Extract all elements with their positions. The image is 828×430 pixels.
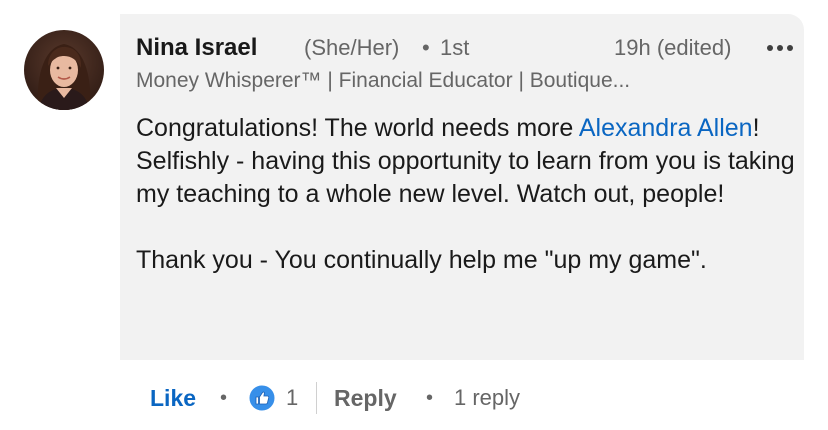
more-horizontal-icon: [767, 45, 793, 51]
like-button[interactable]: Like: [150, 380, 196, 416]
more-options-button[interactable]: [764, 32, 796, 64]
header-separator: •: [422, 35, 430, 60]
comment-timestamp: 19h (edited): [614, 35, 732, 60]
comment-header: Nina Israel (She/Her) • 1st 19h (edited): [136, 32, 804, 68]
action-separator: •: [220, 387, 228, 409]
mention-link[interactable]: Alexandra Allen: [579, 114, 753, 142]
connection-degree: 1st: [440, 35, 470, 60]
author-headline: Money Whisperer™ | Financial Educator | …: [136, 69, 631, 92]
thumbs-up-icon[interactable]: [248, 384, 276, 412]
author-pronouns: (She/Her): [304, 35, 400, 60]
comment-body: Congratulations! The world needs more Al…: [136, 112, 800, 277]
reaction-count[interactable]: 1: [286, 380, 298, 416]
comment-actions: Like • 1 Reply • 1 reply: [150, 380, 810, 416]
action-separator-2: •: [426, 387, 434, 409]
profile-photo-icon: [24, 30, 104, 110]
comment-text-prefix: Congratulations! The world needs more: [136, 114, 579, 142]
comment-paragraph-2: Thank you - You continually help me "up …: [136, 246, 707, 274]
action-divider: [316, 382, 317, 414]
comment-bubble: Nina Israel (She/Her) • 1st 19h (edited)…: [120, 14, 804, 360]
author-avatar[interactable]: [24, 30, 104, 110]
author-name[interactable]: Nina Israel: [136, 32, 257, 64]
reply-count-link[interactable]: 1 reply: [454, 380, 520, 416]
comment-paragraph: Congratulations! The world needs more Al…: [136, 112, 800, 211]
reply-button[interactable]: Reply: [334, 380, 397, 416]
comment: Nina Israel (She/Her) • 1st 19h (edited)…: [0, 0, 828, 430]
